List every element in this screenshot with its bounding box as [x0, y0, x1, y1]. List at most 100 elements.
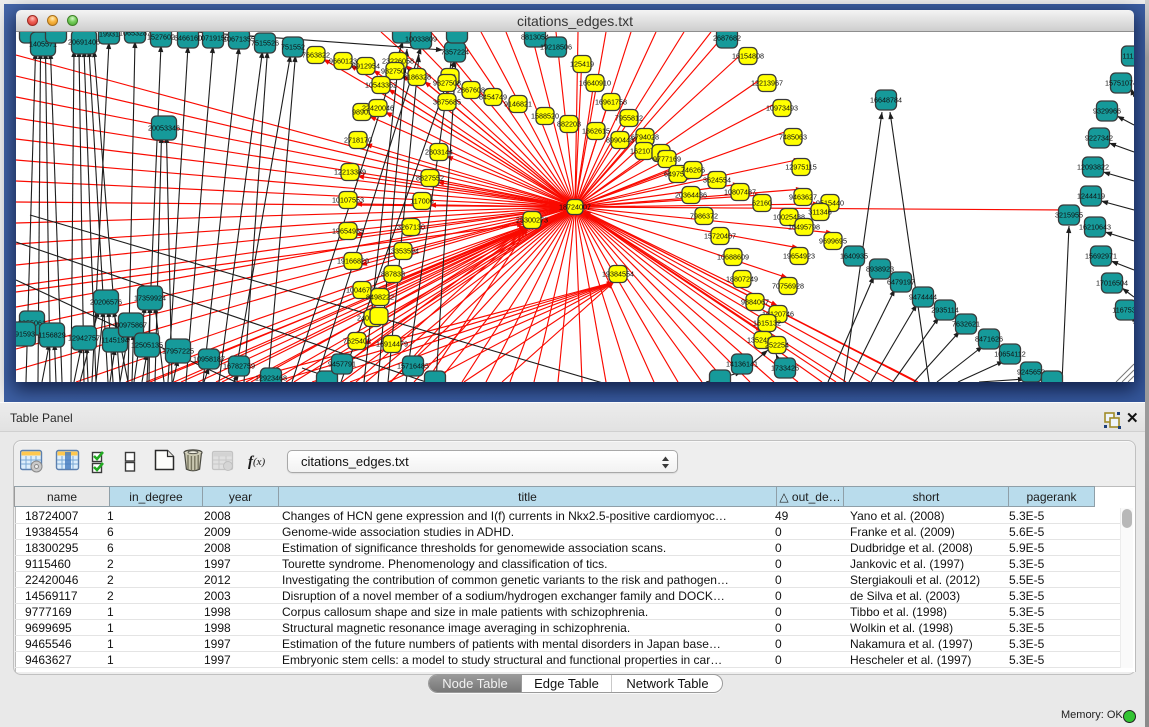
svg-text:8938923: 8938923: [866, 265, 894, 274]
svg-text:311346: 311346: [808, 208, 831, 217]
svg-text:1167534: 1167534: [1112, 306, 1134, 315]
svg-text:10688609: 10688609: [717, 253, 749, 262]
svg-text:16782759: 16782759: [223, 362, 255, 371]
svg-text:9146821: 9146821: [504, 100, 532, 109]
svg-text:1156829: 1156829: [38, 331, 65, 340]
svg-text:1244419: 1244419: [1077, 192, 1105, 201]
svg-text:1527602: 1527602: [147, 33, 175, 42]
svg-text:125419: 125419: [570, 60, 594, 69]
svg-text:16648784: 16648784: [870, 96, 902, 105]
svg-text:2935114: 2935114: [931, 306, 958, 315]
svg-text:887833: 887833: [381, 270, 405, 279]
svg-text:(x): (x): [253, 456, 266, 468]
svg-text:10543362: 10543362: [365, 81, 397, 90]
svg-text:16914479: 16914479: [376, 340, 408, 349]
svg-text:20206576: 20206576: [90, 298, 122, 307]
svg-text:9329966: 9329966: [1093, 107, 1121, 116]
svg-text:7625402: 7625402: [343, 337, 371, 346]
svg-text:7632621: 7632621: [952, 320, 980, 329]
svg-text:16210643: 16210643: [1079, 223, 1111, 232]
svg-text:252254: 252254: [765, 341, 789, 350]
svg-text:10107553: 10107553: [332, 196, 364, 205]
svg-text:15751074: 15751074: [1105, 79, 1134, 88]
svg-text:1588520: 1588520: [531, 112, 559, 121]
svg-text:17957225: 17957225: [162, 347, 194, 356]
svg-text:2803144: 2803144: [425, 148, 453, 157]
svg-text:7485063: 7485063: [779, 133, 807, 142]
svg-text:9457791: 9457791: [328, 360, 356, 369]
svg-text:8827552: 8827552: [416, 174, 444, 183]
svg-text:8186328: 8186328: [403, 73, 431, 82]
svg-text:19931: 19931: [99, 32, 119, 39]
svg-text:10807487: 10807487: [724, 188, 756, 197]
svg-text:10033809: 10033809: [405, 35, 437, 44]
svg-text:9245652: 9245652: [1017, 368, 1045, 377]
svg-text:10958187: 10958187: [193, 355, 225, 364]
svg-text:20691406: 20691406: [68, 38, 100, 47]
svg-text:15716485: 15716485: [397, 362, 429, 371]
svg-text:746266: 746266: [681, 166, 705, 175]
svg-text:8498222: 8498222: [366, 293, 394, 302]
svg-text:18807249: 18807249: [726, 275, 758, 284]
svg-text:7986372: 7986372: [690, 212, 718, 221]
svg-text:10654112: 10654112: [994, 350, 1025, 359]
svg-text:11123: 11123: [1123, 52, 1134, 61]
svg-text:12923468: 12923468: [255, 374, 287, 383]
svg-text:30975867: 30975867: [115, 321, 147, 330]
svg-text:9884067: 9884067: [741, 298, 769, 307]
svg-text:20053346: 20053346: [148, 124, 180, 133]
svg-text:2687682: 2687682: [713, 34, 741, 43]
svg-text:10973493: 10973493: [766, 104, 798, 113]
svg-text:9463627: 9463627: [789, 193, 817, 202]
svg-text:9227342: 9227342: [1085, 134, 1113, 143]
svg-text:1362615: 1362615: [582, 127, 610, 136]
svg-text:19654935: 19654935: [332, 227, 364, 236]
svg-text:12093822: 12093822: [1077, 163, 1109, 172]
svg-text:3267130: 3267130: [397, 223, 425, 232]
svg-text:1640935: 1640935: [840, 252, 868, 261]
svg-text:25300273: 25300273: [516, 216, 548, 225]
svg-text:8813054: 8813054: [521, 33, 549, 42]
svg-text:15692971: 15692971: [1085, 252, 1117, 261]
svg-text:7357224: 7357224: [441, 48, 469, 57]
svg-text:12505135: 12505135: [131, 341, 163, 350]
svg-text:16154808: 16154808: [732, 52, 764, 61]
svg-text:9777169: 9777169: [653, 155, 681, 164]
svg-text:13353594: 13353594: [387, 247, 419, 256]
svg-text:391593: 391593: [16, 330, 35, 339]
svg-text:1615132: 1615132: [753, 319, 781, 328]
svg-text:19654923: 19654923: [783, 252, 815, 261]
svg-text:117006: 117006: [410, 197, 433, 206]
svg-text:12942757: 12942757: [68, 334, 100, 343]
svg-text:18724007: 18724007: [559, 203, 591, 212]
svg-text:9699695: 9699695: [819, 237, 847, 246]
svg-text:1733426: 1733426: [771, 364, 799, 373]
svg-text:3875685: 3875685: [433, 98, 461, 107]
svg-text:14136141: 14136141: [726, 360, 758, 369]
svg-text:7515526: 7515526: [251, 39, 279, 48]
svg-text:9474444: 9474444: [909, 293, 937, 302]
svg-text:7663822: 7663822: [302, 51, 330, 60]
svg-text:8912954: 8912954: [352, 62, 380, 71]
svg-text:19384554: 19384554: [602, 270, 634, 279]
svg-text:8454749: 8454749: [479, 93, 507, 102]
svg-text:3624554: 3624554: [703, 176, 731, 185]
svg-text:8471626: 8471626: [975, 335, 1003, 344]
svg-text:19218506: 19218506: [540, 43, 572, 52]
svg-text:12213967: 12213967: [751, 79, 783, 88]
svg-text:16640910: 16640910: [579, 79, 611, 88]
svg-text:16961758: 16961758: [595, 98, 627, 107]
svg-text:17359924: 17359924: [134, 294, 166, 303]
svg-text:6794028: 6794028: [631, 133, 659, 142]
svg-text:22420046: 22420046: [362, 104, 394, 113]
svg-text:17016504: 17016504: [1096, 279, 1128, 288]
svg-text:7955812: 7955812: [615, 114, 643, 123]
svg-text:12975115: 12975115: [785, 163, 816, 172]
svg-text:16495798: 16495798: [788, 223, 820, 232]
svg-text:2718170: 2718170: [344, 136, 372, 145]
svg-text:12213389: 12213389: [334, 168, 366, 177]
svg-text:8990448: 8990448: [606, 136, 634, 145]
svg-text:70756928: 70756928: [772, 282, 804, 291]
svg-text:6479197: 6479197: [887, 278, 915, 287]
svg-text:20364436: 20364436: [675, 191, 707, 200]
